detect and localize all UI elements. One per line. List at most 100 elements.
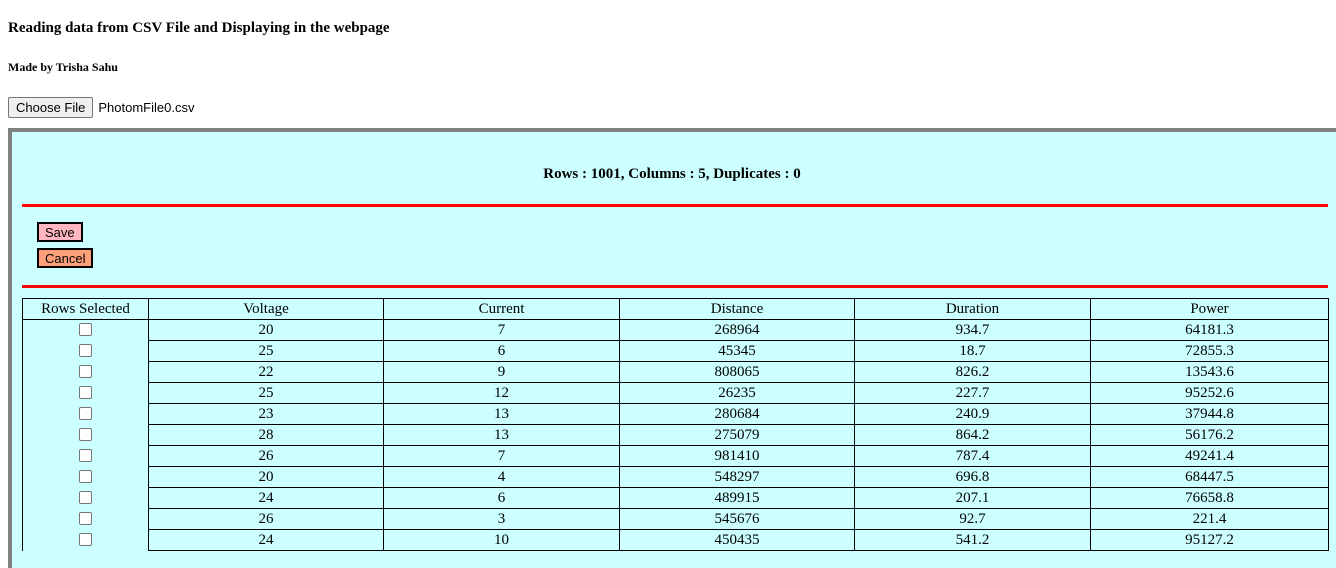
row-select-checkbox[interactable] bbox=[79, 385, 92, 399]
file-input[interactable]: Choose File PhotomFile0.csv bbox=[8, 97, 194, 118]
table-cell: 450435 bbox=[619, 529, 855, 551]
row-select-checkbox[interactable] bbox=[79, 364, 92, 378]
table-row: 25 12 26235 227.7 95252.6 bbox=[22, 382, 1329, 404]
table-cell: 268964 bbox=[619, 319, 855, 341]
table-cell: 6 bbox=[383, 340, 620, 362]
row-select-checkbox[interactable] bbox=[79, 469, 92, 483]
column-header: Distance bbox=[619, 298, 855, 320]
table-cell: 696.8 bbox=[854, 466, 1091, 488]
table-cell: 9 bbox=[383, 361, 620, 383]
table-cell: 6 bbox=[383, 487, 620, 509]
table-cell: 56176.2 bbox=[1090, 424, 1329, 446]
table-cell: 13 bbox=[383, 424, 620, 446]
table-cell: 3 bbox=[383, 508, 620, 530]
table-cell: 18.7 bbox=[854, 340, 1091, 362]
table-cell: 541.2 bbox=[854, 529, 1091, 551]
column-header: Power bbox=[1090, 298, 1329, 320]
row-select-cell bbox=[22, 424, 149, 446]
table-cell: 72855.3 bbox=[1090, 340, 1329, 362]
row-select-checkbox[interactable] bbox=[79, 427, 92, 441]
table-cell: 7 bbox=[383, 319, 620, 341]
table-cell: 68447.5 bbox=[1090, 466, 1329, 488]
choose-file-button[interactable]: Choose File bbox=[8, 97, 94, 118]
table-cell: 934.7 bbox=[854, 319, 1091, 341]
table-row: 25 6 45345 18.7 72855.3 bbox=[22, 340, 1329, 362]
table-cell: 22 bbox=[148, 361, 384, 383]
row-select-cell bbox=[22, 445, 149, 467]
row-select-checkbox[interactable] bbox=[79, 532, 92, 546]
row-select-checkbox[interactable] bbox=[79, 448, 92, 462]
row-select-cell bbox=[22, 340, 149, 362]
table-cell: 826.2 bbox=[854, 361, 1091, 383]
row-select-cell bbox=[22, 403, 149, 425]
table-cell: 207.1 bbox=[854, 487, 1091, 509]
data-panel: Rows : 1001, Columns : 5, Duplicates : 0… bbox=[8, 128, 1336, 568]
table-cell: 37944.8 bbox=[1090, 403, 1329, 425]
table-cell: 49241.4 bbox=[1090, 445, 1329, 467]
column-header: Current bbox=[383, 298, 620, 320]
table-cell: 28 bbox=[148, 424, 384, 446]
page-title: Reading data from CSV File and Displayin… bbox=[8, 20, 390, 36]
table-cell: 95127.2 bbox=[1090, 529, 1329, 551]
row-select-checkbox[interactable] bbox=[79, 490, 92, 504]
row-select-checkbox[interactable] bbox=[79, 343, 92, 357]
table-row: 26 7 981410 787.4 49241.4 bbox=[22, 445, 1329, 467]
table-cell: 92.7 bbox=[854, 508, 1091, 530]
table-cell: 545676 bbox=[619, 508, 855, 530]
table-body: 20 7 268964 934.7 64181.3 25 6 45345 18.7 72855.3… bbox=[22, 319, 1329, 551]
table-row: 28 13 275079 864.2 56176.2 bbox=[22, 424, 1329, 446]
table-cell: 25 bbox=[148, 340, 384, 362]
divider-bottom bbox=[22, 285, 1328, 288]
column-header-rows-selected: Rows Selected bbox=[22, 298, 149, 320]
table-cell: 275079 bbox=[619, 424, 855, 446]
cancel-button[interactable]: Cancel bbox=[37, 248, 94, 268]
table-row: 24 10 450435 541.2 95127.2 bbox=[22, 529, 1329, 551]
table-cell: 13 bbox=[383, 403, 620, 425]
author-credit: Made by Trisha Sahu bbox=[8, 60, 118, 74]
table-header-row: Rows Selected Voltage Current Distance D… bbox=[22, 298, 1329, 320]
table-row: 26 3 545676 92.7 221.4 bbox=[22, 508, 1329, 530]
table-cell: 808065 bbox=[619, 361, 855, 383]
table-row: 20 7 268964 934.7 64181.3 bbox=[22, 319, 1329, 341]
table-row: 22 9 808065 826.2 13543.6 bbox=[22, 361, 1329, 383]
row-select-checkbox[interactable] bbox=[79, 406, 92, 420]
table-cell: 981410 bbox=[619, 445, 855, 467]
row-select-cell bbox=[22, 361, 149, 383]
row-select-checkbox[interactable] bbox=[79, 511, 92, 525]
table-cell: 864.2 bbox=[854, 424, 1091, 446]
table-row: 23 13 280684 240.9 37944.8 bbox=[22, 403, 1329, 425]
table-cell: 4 bbox=[383, 466, 620, 488]
row-select-checkbox[interactable] bbox=[79, 322, 92, 336]
save-button[interactable]: Save bbox=[37, 222, 83, 242]
table-cell: 45345 bbox=[619, 340, 855, 362]
table-cell: 548297 bbox=[619, 466, 855, 488]
column-header: Voltage bbox=[148, 298, 384, 320]
summary-stats: Rows : 1001, Columns : 5, Duplicates : 0 bbox=[543, 166, 801, 182]
table-row: 24 6 489915 207.1 76658.8 bbox=[22, 487, 1329, 509]
table-cell: 20 bbox=[148, 319, 384, 341]
table-cell: 20 bbox=[148, 466, 384, 488]
column-header: Duration bbox=[854, 298, 1091, 320]
table-cell: 26 bbox=[148, 445, 384, 467]
table-row: 20 4 548297 696.8 68447.5 bbox=[22, 466, 1329, 488]
table-cell: 787.4 bbox=[854, 445, 1091, 467]
table-cell: 240.9 bbox=[854, 403, 1091, 425]
table-cell: 221.4 bbox=[1090, 508, 1329, 530]
table-cell: 24 bbox=[148, 487, 384, 509]
row-select-cell bbox=[22, 382, 149, 404]
row-select-cell bbox=[22, 319, 149, 341]
selected-file-name: PhotomFile0.csv bbox=[98, 100, 195, 115]
table-cell: 95252.6 bbox=[1090, 382, 1329, 404]
table-cell: 12 bbox=[383, 382, 620, 404]
table-cell: 280684 bbox=[619, 403, 855, 425]
table-cell: 76658.8 bbox=[1090, 487, 1329, 509]
table-cell: 227.7 bbox=[854, 382, 1091, 404]
table-cell: 26235 bbox=[619, 382, 855, 404]
table-cell: 7 bbox=[383, 445, 620, 467]
table-cell: 13543.6 bbox=[1090, 361, 1329, 383]
table-cell: 23 bbox=[148, 403, 384, 425]
table-cell: 10 bbox=[383, 529, 620, 551]
table-cell: 25 bbox=[148, 382, 384, 404]
table-cell: 64181.3 bbox=[1090, 319, 1329, 341]
table-cell: 26 bbox=[148, 508, 384, 530]
